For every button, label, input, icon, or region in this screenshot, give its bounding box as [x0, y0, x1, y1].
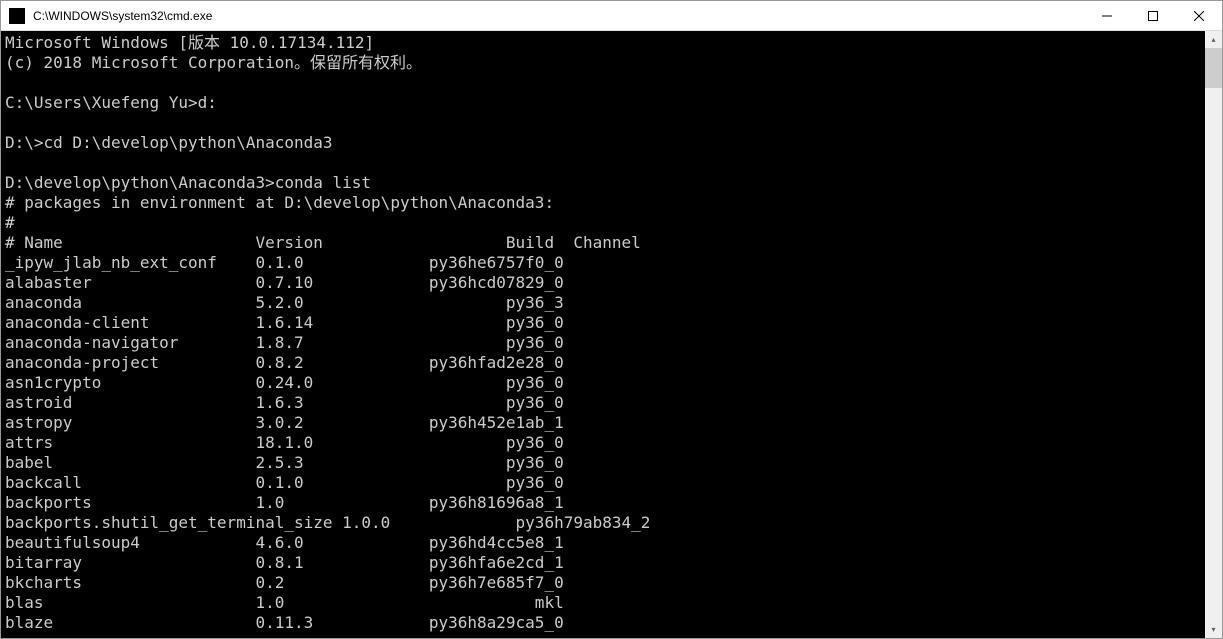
cmd-icon — [9, 8, 25, 24]
close-button[interactable] — [1176, 1, 1222, 30]
window-title: C:\WINDOWS\system32\cmd.exe — [33, 9, 1084, 23]
scroll-up-button[interactable]: ▴ — [1205, 31, 1222, 48]
vertical-scrollbar[interactable]: ▴ ▾ — [1205, 31, 1222, 638]
window-titlebar: C:\WINDOWS\system32\cmd.exe — [1, 1, 1222, 31]
scroll-down-button[interactable]: ▾ — [1205, 621, 1222, 638]
terminal-output[interactable]: Microsoft Windows [版本 10.0.17134.112] (c… — [1, 31, 1205, 638]
minimize-button[interactable] — [1084, 1, 1130, 30]
maximize-button[interactable] — [1130, 1, 1176, 30]
terminal-area: Microsoft Windows [版本 10.0.17134.112] (c… — [1, 31, 1222, 638]
scroll-thumb[interactable] — [1205, 48, 1222, 88]
window-controls — [1084, 1, 1222, 30]
scroll-track[interactable] — [1205, 48, 1222, 621]
